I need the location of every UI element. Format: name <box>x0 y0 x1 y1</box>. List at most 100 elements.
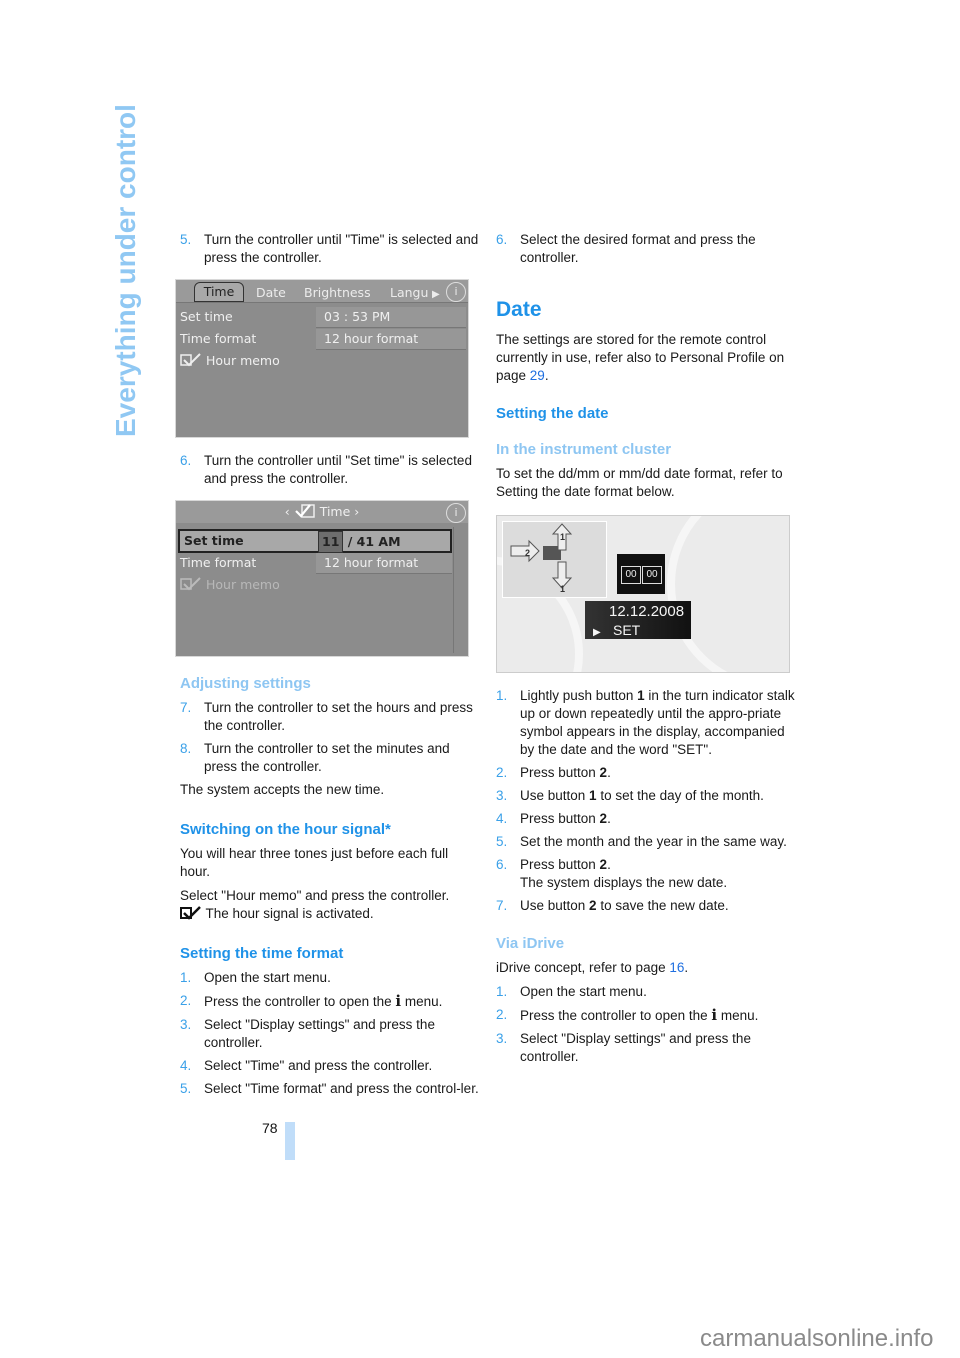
paragraph-text: . <box>684 960 689 975</box>
minute-field[interactable]: / 41 AM <box>348 534 401 549</box>
info-icon[interactable]: i <box>446 503 466 523</box>
tab-date[interactable]: Date <box>256 284 286 302</box>
step-text: Select "Display settings" and press the … <box>520 1031 751 1064</box>
step-text: Select "Display settings" and press the … <box>204 1017 435 1050</box>
step-text-post: menu. <box>401 994 443 1009</box>
menu-row-set-time-selected[interactable]: Set time 11 / 41 AM <box>178 529 452 553</box>
turn-indicator-stalk-inset: 2 1 1 <box>502 521 607 598</box>
scrollbar[interactable] <box>453 527 464 653</box>
menu-row-hour-memo[interactable]: Hour memo <box>180 351 280 371</box>
step-item: 7. Use button 2 to save the new date. <box>496 897 796 915</box>
step-item: 3. Select "Display settings" and press t… <box>180 1016 480 1052</box>
step-number: 8. <box>180 741 192 756</box>
date-display: 12.12.2008 ▶ SET <box>585 601 691 639</box>
paragraph: To set the dd/mm or mm/dd date format, r… <box>496 466 783 499</box>
step-number: 2. <box>496 765 508 780</box>
time-format-value: 12 hour format <box>316 329 466 350</box>
step-number: 1. <box>496 688 508 703</box>
checkbox-checked-icon <box>180 353 201 367</box>
menu-row-time-format[interactable]: Time format <box>180 553 256 573</box>
hour-field[interactable]: 11 <box>318 531 344 553</box>
step-number: 5. <box>496 834 508 849</box>
page-link-29[interactable]: 29 <box>530 368 545 383</box>
menu-row-hour-memo-disabled: Hour memo <box>180 575 280 595</box>
paragraph: The settings are stored for the remote c… <box>496 331 796 385</box>
paragraph: The system accepts the new time. <box>180 782 385 797</box>
button-ref: 1 <box>637 688 645 703</box>
step-item: 7. Turn the controller to set the hours … <box>180 699 480 735</box>
heading-setting-date: Setting the date <box>496 405 609 422</box>
step-text: to save the new date. <box>596 898 729 913</box>
step-text: Press button <box>520 857 600 872</box>
step-text: . <box>607 811 611 826</box>
step-number: 3. <box>496 788 508 803</box>
step-text: Use button <box>520 788 590 803</box>
page-number: 78 <box>262 1120 278 1136</box>
hour-memo-label: Hour memo <box>205 577 280 592</box>
tab-brightness[interactable]: Brightness <box>304 284 371 302</box>
step-item: 6. Turn the controller until "Set time" … <box>180 452 480 488</box>
button-label-1-up: 1 <box>560 532 566 542</box>
step-text: Select "Time" and press the controller. <box>204 1058 433 1073</box>
menu-row-time-format[interactable]: Time format <box>180 329 256 349</box>
tab-language[interactable]: Langu <box>390 284 428 302</box>
date-value: 12.12.2008 <box>609 603 685 620</box>
step-text-pre: Press the controller to open the <box>204 994 396 1009</box>
step-number: 7. <box>496 898 508 913</box>
step-item: 6. Press button 2. The system displays t… <box>496 856 796 892</box>
nav-left-arrow-icon[interactable]: ‹ <box>285 504 290 519</box>
paragraph-text: iDrive concept, refer to page <box>496 960 670 975</box>
page-link-16[interactable]: 16 <box>669 960 684 975</box>
checkbox-checked-icon <box>180 906 201 920</box>
step-item: 5. Set the month and the year in the sam… <box>496 833 796 851</box>
tab-bar: Time Date Brightness Langu ▶ i <box>176 280 468 303</box>
checkbox-checked-icon <box>294 504 315 518</box>
step-number: 2. <box>496 1007 508 1022</box>
step-number: 4. <box>496 811 508 826</box>
step-number: 1. <box>180 970 192 985</box>
tab-time[interactable]: Time <box>194 282 244 302</box>
left-column: 5. Turn the controller until "Time" is s… <box>175 231 480 1103</box>
date-digits-day: 00 <box>621 566 641 584</box>
step-item: 2. Press the controller to open the i me… <box>180 992 480 1011</box>
button-ref: 1 <box>589 788 597 803</box>
screen-header: ‹ Time › i <box>176 501 468 523</box>
step-text: Turn the controller to set the hours and… <box>204 700 473 733</box>
hour-memo-label: Hour memo <box>205 353 280 368</box>
step-number: 3. <box>180 1017 192 1032</box>
nav-right-arrow-icon[interactable]: › <box>354 504 359 519</box>
checkbox-checked-icon <box>180 577 201 591</box>
step-number: 5. <box>180 1081 192 1096</box>
button-ref: 2 <box>599 857 608 872</box>
info-icon[interactable]: i <box>446 282 466 302</box>
page-number-bar <box>285 1122 295 1160</box>
paragraph-hour-signal-active: The hour signal is activated. <box>180 905 480 923</box>
idrive-screen-set-time: ‹ Time › i Set time 11 / 41 AM Time form… <box>175 500 469 657</box>
step-number: 1. <box>496 984 508 999</box>
step-item: 6. Select the desired format and press t… <box>496 231 796 267</box>
right-column: 6. Select the desired format and press t… <box>496 231 796 1071</box>
set-time-value: 03 : 53 PM <box>316 307 466 328</box>
step-number: 3. <box>496 1031 508 1046</box>
step-item: 2. Press the controller to open the i me… <box>496 1006 796 1025</box>
heading-via-idrive: Via iDrive <box>496 935 565 952</box>
step-item: 3. Use button 1 to set the day of the mo… <box>496 787 796 805</box>
play-triangle-icon: ▶ <box>593 627 601 638</box>
set-time-label: Set time <box>184 533 244 548</box>
step-text: Turn the controller to set the minutes a… <box>204 741 450 774</box>
button-ref: 2 <box>589 898 597 913</box>
heading-instrument-cluster: In the instrument cluster <box>496 441 672 458</box>
step-number: 6. <box>180 453 192 468</box>
speedometer-dial <box>667 516 789 672</box>
paragraph: Select "Hour memo" and press the control… <box>180 888 450 903</box>
step-number: 5. <box>180 232 192 247</box>
button-ref: 2 <box>599 811 608 826</box>
instrument-cluster-illustration: 2 1 1 00 00 12.12.2008 ▶ SET <box>496 515 790 673</box>
tab-more-arrow-icon[interactable]: ▶ <box>432 286 440 304</box>
menu-row-set-time[interactable]: Set time <box>180 307 233 327</box>
step-text: Open the start menu. <box>204 970 331 985</box>
step-item: 4. Select "Time" and press the controlle… <box>180 1057 480 1075</box>
step-number: 7. <box>180 700 192 715</box>
step-text-pre: Press the controller to open the <box>520 1008 712 1023</box>
step-text: Use button <box>520 898 590 913</box>
